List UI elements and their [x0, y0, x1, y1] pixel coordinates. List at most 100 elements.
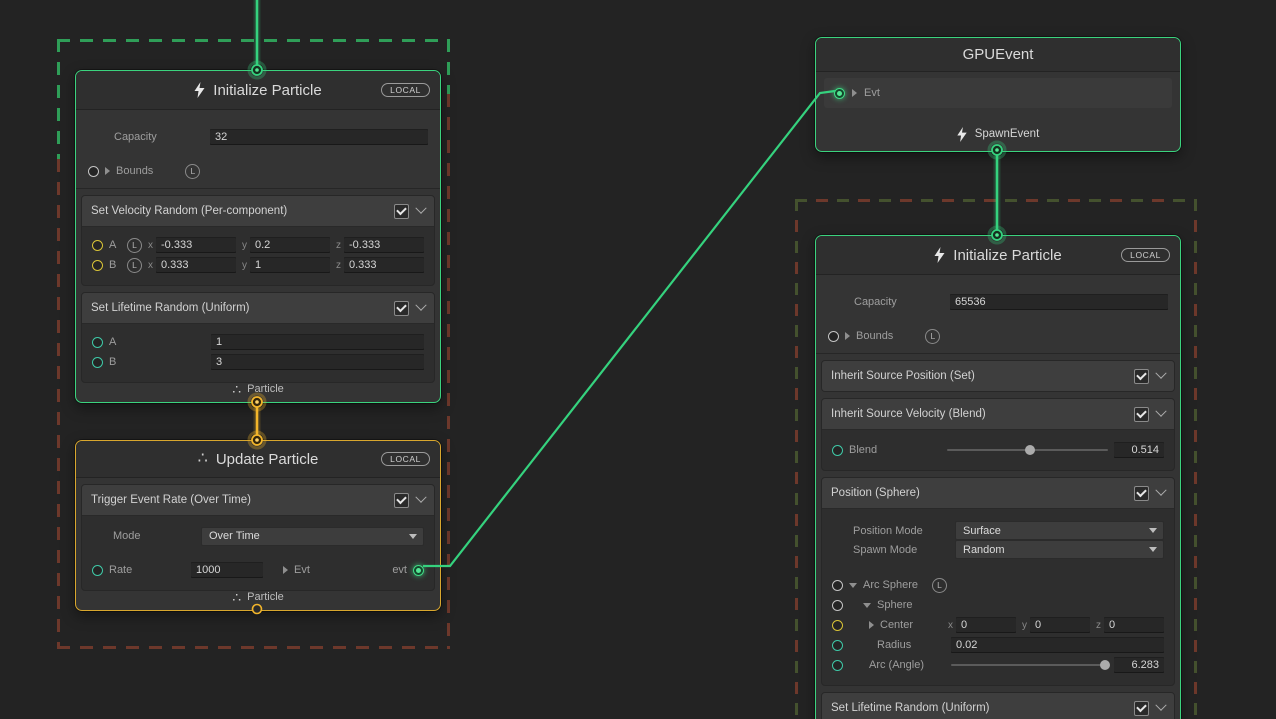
a-z-field[interactable]: -0.333: [344, 237, 424, 253]
evt-out-port[interactable]: [413, 565, 424, 576]
initialize-particle-node-right[interactable]: Initialize Particle LOCAL Capacity 65536…: [815, 235, 1181, 719]
node-title-bar[interactable]: Initialize Particle LOCAL: [816, 236, 1180, 275]
center-x-field[interactable]: 0: [956, 617, 1016, 633]
bounds-port[interactable]: [88, 166, 99, 177]
block-enabled-checkbox[interactable]: [394, 204, 409, 219]
evt-link[interactable]: [423, 91, 835, 566]
space-local-icon[interactable]: L: [127, 258, 142, 273]
b-field[interactable]: 3: [211, 354, 424, 370]
chevron-down-icon[interactable]: [1155, 368, 1166, 379]
block-header[interactable]: Inherit Source Velocity (Blend): [822, 399, 1174, 430]
collapse-icon[interactable]: [849, 583, 857, 588]
bounds-port[interactable]: [828, 331, 839, 342]
flow-output[interactable]: ∴ Particle: [76, 382, 440, 396]
a-x-field[interactable]: -0.333: [156, 237, 236, 253]
center-y-field[interactable]: 0: [1030, 617, 1090, 633]
blend-port[interactable]: [832, 445, 843, 456]
spawn-mode-dropdown[interactable]: Random: [955, 540, 1164, 559]
node-title-bar[interactable]: ∴ Update Particle LOCAL: [76, 441, 440, 478]
x-axis-label: x: [148, 240, 153, 251]
block-enabled-checkbox[interactable]: [394, 493, 409, 508]
chevron-down-icon[interactable]: [1155, 406, 1166, 417]
a-field[interactable]: 1: [211, 334, 424, 350]
position-mode-dropdown[interactable]: Surface: [955, 521, 1164, 540]
evt-expander-icon: [283, 566, 288, 574]
arc-slider-knob[interactable]: [1100, 660, 1110, 670]
b-y-field[interactable]: 1: [250, 257, 330, 273]
initialize-particle-node-left[interactable]: Initialize Particle LOCAL Capacity 32 Bo…: [75, 70, 441, 403]
arc-slider[interactable]: [951, 664, 1108, 666]
blend-slider[interactable]: [947, 449, 1108, 451]
block-header[interactable]: Set Lifetime Random (Uniform): [822, 693, 1174, 719]
block-enabled-checkbox[interactable]: [1134, 407, 1149, 422]
chevron-down-icon[interactable]: [1155, 485, 1166, 496]
update-particle-node[interactable]: ∴ Update Particle LOCAL Trigger Event Ra…: [75, 440, 441, 611]
chevron-down-icon[interactable]: [415, 300, 426, 311]
block-header[interactable]: Set Velocity Random (Per-component): [82, 196, 434, 227]
collapse-icon[interactable]: [863, 603, 871, 608]
set-velocity-random-block[interactable]: Set Velocity Random (Per-component) A L …: [81, 195, 435, 286]
local-badge: LOCAL: [381, 83, 430, 97]
block-enabled-checkbox[interactable]: [1134, 369, 1149, 384]
expander-icon[interactable]: [105, 167, 110, 175]
chevron-down-icon[interactable]: [415, 492, 426, 503]
a-port[interactable]: [92, 240, 103, 251]
space-local-icon[interactable]: L: [925, 329, 940, 344]
node-settings: Capacity 65536 Bounds L: [816, 275, 1180, 354]
sphere-port[interactable]: [832, 600, 843, 611]
radius-field[interactable]: 0.02: [951, 637, 1164, 653]
block-header[interactable]: Inherit Source Position (Set): [822, 361, 1174, 391]
expander-icon[interactable]: [845, 332, 850, 340]
node-settings: Capacity 32 Bounds L: [76, 110, 440, 189]
chevron-down-icon[interactable]: [415, 203, 426, 214]
block-enabled-checkbox[interactable]: [1134, 486, 1149, 501]
arc-sphere-port[interactable]: [832, 580, 843, 591]
block-header[interactable]: Set Lifetime Random (Uniform): [82, 293, 434, 324]
capacity-field[interactable]: 65536: [950, 294, 1168, 310]
b-port[interactable]: [92, 260, 103, 271]
block-enabled-checkbox[interactable]: [394, 301, 409, 316]
blend-slider-knob[interactable]: [1025, 445, 1035, 455]
expander-icon[interactable]: [869, 621, 874, 629]
set-lifetime-random-block[interactable]: Set Lifetime Random (Uniform): [821, 692, 1175, 719]
b-z-field[interactable]: 0.333: [344, 257, 424, 273]
capacity-field[interactable]: 32: [210, 129, 428, 145]
radius-row: Radius 0.02: [822, 635, 1174, 655]
rate-field[interactable]: 1000: [191, 562, 263, 578]
center-port[interactable]: [832, 620, 843, 631]
blend-field[interactable]: 0.514: [1114, 442, 1164, 458]
position-sphere-block[interactable]: Position (Sphere) Position Mode Surface …: [821, 477, 1175, 686]
b-x-field[interactable]: 0.333: [156, 257, 236, 273]
trigger-event-rate-block[interactable]: Trigger Event Rate (Over Time) Mode Over…: [81, 484, 435, 591]
block-header[interactable]: Position (Sphere): [822, 478, 1174, 509]
space-local-icon[interactable]: L: [127, 238, 142, 253]
position-mode-value: Surface: [963, 525, 1001, 537]
a-port[interactable]: [92, 337, 103, 348]
evt-in-port[interactable]: [834, 88, 845, 99]
block-enabled-checkbox[interactable]: [1134, 701, 1149, 716]
center-z-field[interactable]: 0: [1104, 617, 1164, 633]
inherit-source-velocity-block[interactable]: Inherit Source Velocity (Blend) Blend 0.…: [821, 398, 1175, 471]
node-title-bar[interactable]: GPUEvent: [816, 38, 1180, 72]
arc-port[interactable]: [832, 660, 843, 671]
a-y-field[interactable]: 0.2: [250, 237, 330, 253]
position-mode-row: Position Mode Surface: [822, 521, 1174, 540]
system-border-left-side-lower: [57, 159, 60, 649]
vfx-graph-canvas[interactable]: Initialize Particle LOCAL Capacity 32 Bo…: [0, 0, 1276, 719]
mode-dropdown[interactable]: Over Time: [201, 527, 424, 546]
space-local-icon[interactable]: L: [185, 164, 200, 179]
b-port[interactable]: [92, 357, 103, 368]
inherit-source-position-block[interactable]: Inherit Source Position (Set): [821, 360, 1175, 392]
radius-port[interactable]: [832, 640, 843, 651]
x-axis-label: x: [948, 620, 953, 631]
space-local-icon[interactable]: L: [932, 578, 947, 593]
set-lifetime-random-block[interactable]: Set Lifetime Random (Uniform) A 1 B 3: [81, 292, 435, 383]
mode-value: Over Time: [209, 530, 260, 542]
flow-output[interactable]: ∴ Particle: [76, 590, 440, 604]
block-header[interactable]: Trigger Event Rate (Over Time): [82, 485, 434, 516]
gpu-event-node[interactable]: GPUEvent Evt SpawnEvent: [815, 37, 1181, 152]
chevron-down-icon[interactable]: [1155, 700, 1166, 711]
arc-field[interactable]: 6.283: [1114, 657, 1164, 673]
rate-port[interactable]: [92, 565, 103, 576]
node-title-bar[interactable]: Initialize Particle LOCAL: [76, 71, 440, 110]
